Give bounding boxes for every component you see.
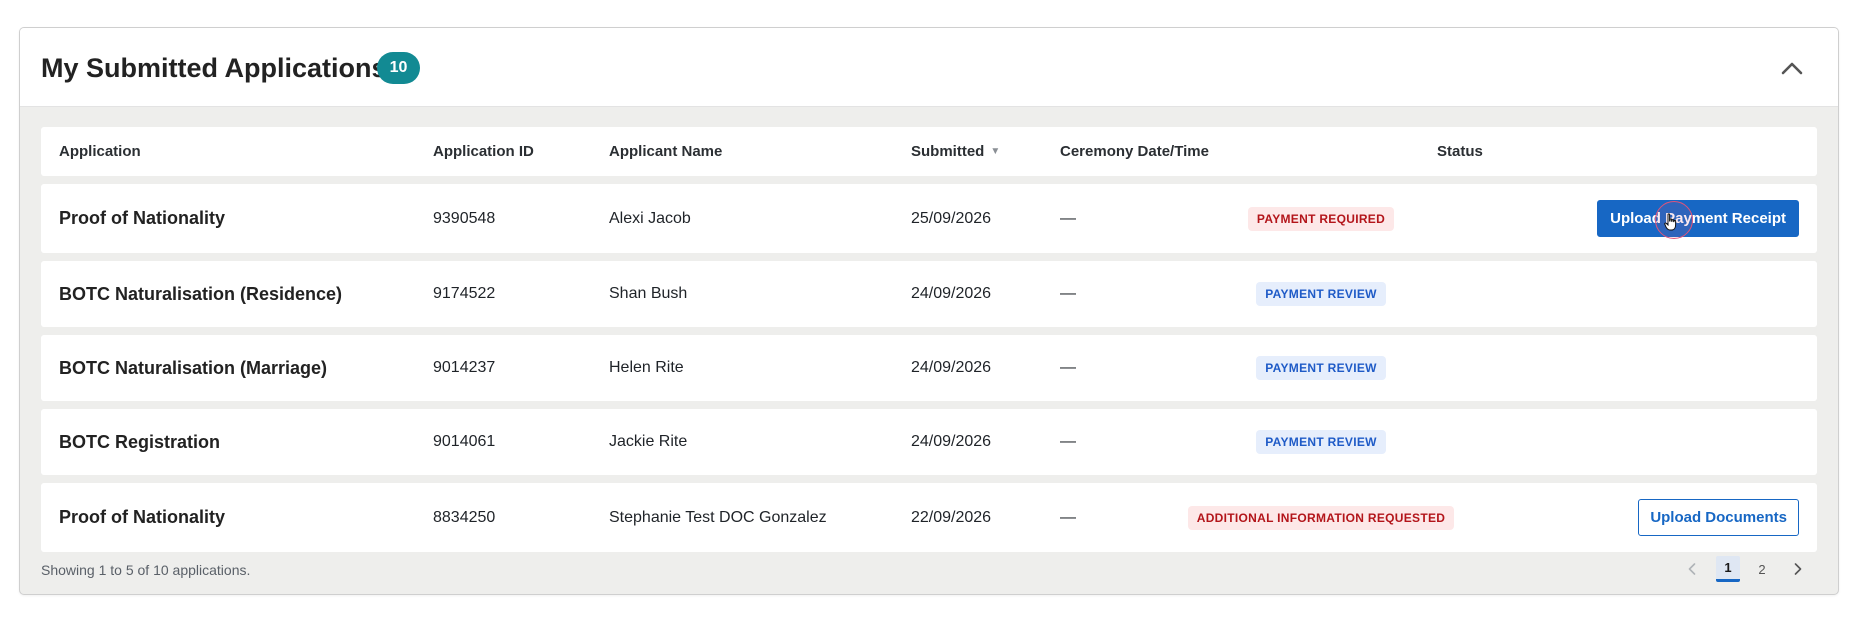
- column-header-submitted[interactable]: Submitted ▼: [911, 127, 1000, 176]
- status-badge: ADDITIONAL INFORMATION REQUESTED: [1187, 505, 1455, 530]
- chevron-right-icon: [1794, 563, 1802, 575]
- status-badge: PAYMENT REVIEW: [1256, 282, 1386, 306]
- application-id: 8834250: [433, 508, 496, 526]
- table-header: Application Application ID Applicant Nam…: [41, 127, 1817, 176]
- page-1-button[interactable]: 1: [1716, 556, 1740, 582]
- results-summary: Showing 1 to 5 of 10 applications.: [41, 562, 251, 578]
- submitted-applications-panel: My Submitted Applications 10 Application…: [19, 27, 1839, 595]
- upload-payment-receipt-label: Upload Payment Receipt: [1610, 210, 1786, 227]
- status-cell: PAYMENT REQUIRED: [1171, 184, 1471, 253]
- application-type: BOTC Naturalisation (Residence): [59, 283, 343, 304]
- status-cell: PAYMENT REVIEW: [1171, 409, 1471, 475]
- status-badge: PAYMENT REVIEW: [1256, 430, 1386, 454]
- application-type: BOTC Registration: [59, 431, 221, 452]
- application-type: BOTC Naturalisation (Marriage): [59, 357, 328, 378]
- status-badge: PAYMENT REQUIRED: [1247, 206, 1395, 231]
- ceremony-date: —: [1060, 433, 1076, 450]
- status-cell: PAYMENT REVIEW: [1171, 261, 1471, 327]
- table-row: BOTC Registration 9014061 Jackie Rite 24…: [41, 409, 1817, 475]
- applicant-name: Jackie Rite: [609, 433, 688, 450]
- next-page-button[interactable]: [1785, 556, 1811, 582]
- column-header-applicant-name[interactable]: Applicant Name: [609, 127, 722, 176]
- table-footer: Showing 1 to 5 of 10 applications. 1 2: [41, 556, 1817, 586]
- prev-page-button[interactable]: [1679, 556, 1705, 582]
- application-id: 9390548: [433, 209, 496, 227]
- status-cell: PAYMENT REVIEW: [1171, 335, 1471, 401]
- panel-title: My Submitted Applications: [41, 53, 387, 83]
- ceremony-date: —: [1060, 508, 1076, 526]
- column-header-application-id[interactable]: Application ID: [433, 127, 534, 176]
- action-cell: Upload Documents: [1638, 483, 1799, 552]
- application-id: 9014061: [433, 433, 496, 450]
- ceremony-date: —: [1060, 359, 1076, 376]
- column-header-application[interactable]: Application: [59, 127, 141, 176]
- application-type: Proof of Nationality: [59, 507, 225, 527]
- ceremony-date: —: [1060, 285, 1076, 302]
- column-header-status[interactable]: Status: [1437, 127, 1483, 176]
- panel-header: My Submitted Applications 10: [20, 28, 1838, 107]
- applications-table: Application Application ID Applicant Nam…: [41, 127, 1817, 560]
- column-header-submitted-label: Submitted: [911, 143, 985, 160]
- status-cell: ADDITIONAL INFORMATION REQUESTED: [1171, 483, 1471, 552]
- table-row: BOTC Naturalisation (Marriage) 9014237 H…: [41, 335, 1817, 401]
- count-badge: 10: [377, 52, 420, 84]
- table-row: BOTC Naturalisation (Residence) 9174522 …: [41, 261, 1817, 327]
- table-row: Proof of Nationality 8834250 Stephanie T…: [41, 483, 1817, 552]
- application-id: 9014237: [433, 359, 496, 376]
- chevron-up-icon: [1781, 62, 1803, 75]
- sort-desc-icon: ▼: [990, 146, 1001, 157]
- upload-payment-receipt-button[interactable]: Upload Payment Receipt: [1597, 200, 1799, 239]
- applicant-name: Helen Rite: [609, 359, 684, 376]
- action-cell: Upload Payment Receipt: [1597, 184, 1799, 253]
- submitted-date: 24/09/2026: [911, 285, 992, 302]
- application-id: 9174522: [433, 285, 496, 302]
- submitted-date: 22/09/2026: [911, 508, 992, 526]
- ceremony-date: —: [1060, 209, 1076, 227]
- page-2-button[interactable]: 2: [1750, 556, 1774, 582]
- collapse-button[interactable]: [1772, 48, 1812, 88]
- applicant-name: Shan Bush: [609, 285, 688, 302]
- upload-documents-button[interactable]: Upload Documents: [1638, 499, 1799, 536]
- submitted-date: 24/09/2026: [911, 433, 992, 450]
- pagination: 1 2: [1673, 556, 1817, 582]
- column-header-ceremony[interactable]: Ceremony Date/Time: [1060, 127, 1209, 176]
- submitted-date: 25/09/2026: [911, 209, 992, 227]
- applicant-name: Stephanie Test DOC Gonzalez: [609, 508, 827, 526]
- applicant-name: Alexi Jacob: [609, 209, 691, 227]
- table-row: Proof of Nationality 9390548 Alexi Jacob…: [41, 184, 1817, 253]
- status-badge: PAYMENT REVIEW: [1256, 356, 1386, 380]
- application-type: Proof of Nationality: [59, 208, 225, 228]
- chevron-left-icon: [1688, 563, 1696, 575]
- submitted-date: 24/09/2026: [911, 359, 992, 376]
